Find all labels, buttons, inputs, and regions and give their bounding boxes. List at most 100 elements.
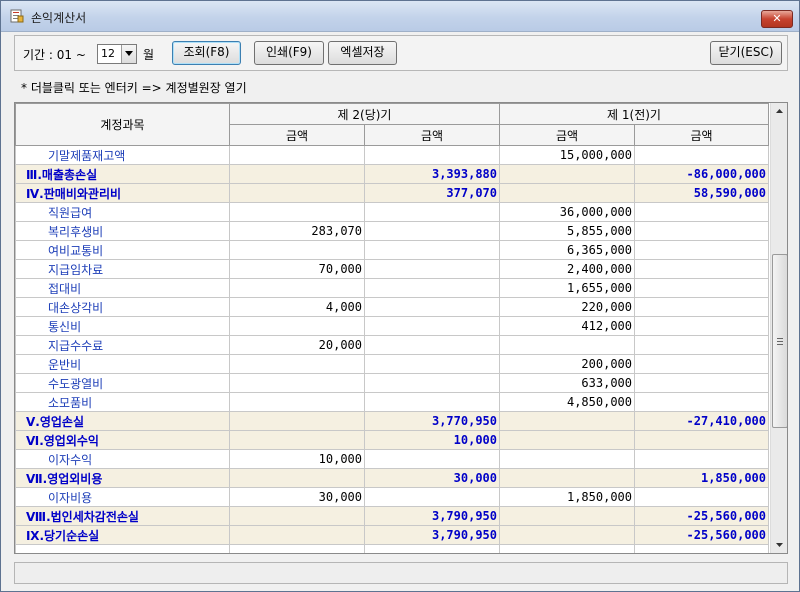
current-amount-cell[interactable]: 283,070 xyxy=(229,221,365,241)
current-total-cell[interactable] xyxy=(364,278,500,298)
table-row[interactable]: 지급임차료 70,000 2,400,000 xyxy=(15,259,769,279)
prior-amount-cell[interactable]: 15,000,000 xyxy=(499,145,635,165)
table-row[interactable]: Ⅶ.영업외비용 30,000 1,850,000 xyxy=(15,468,769,488)
current-amount-cell[interactable] xyxy=(229,468,365,488)
account-name-cell[interactable]: Ⅳ.판매비와관리비 xyxy=(15,183,230,203)
prior-total-cell[interactable] xyxy=(634,259,769,279)
current-total-cell[interactable]: 3,393,880 xyxy=(364,164,500,184)
prior-total-cell[interactable] xyxy=(634,202,769,222)
current-amount-cell[interactable]: 30,000 xyxy=(229,487,365,507)
table-row[interactable]: Ⅳ.판매비와관리비 377,070 58,590,000 xyxy=(15,183,769,203)
table-row[interactable]: 여비교통비 6,365,000 xyxy=(15,240,769,260)
prior-amount-cell[interactable] xyxy=(499,411,635,431)
current-amount-cell[interactable] xyxy=(229,392,365,412)
prior-amount-cell[interactable]: 220,000 xyxy=(499,297,635,317)
income-statement-grid[interactable]: 계정과목 제 2(당)기 제 1(전)기 금액 금액 금액 금액 기말제품재고액… xyxy=(14,102,788,554)
account-name-cell[interactable]: 이자비용 xyxy=(15,487,230,507)
prior-total-cell[interactable]: -86,000,000 xyxy=(634,164,769,184)
account-name-cell[interactable]: Ⅸ.당기순손실 xyxy=(15,525,230,545)
current-total-cell[interactable] xyxy=(364,449,500,469)
current-total-cell[interactable] xyxy=(364,145,500,165)
current-amount-cell[interactable] xyxy=(229,202,365,222)
prior-amount-cell[interactable]: 633,000 xyxy=(499,373,635,393)
prior-amount-cell[interactable]: 4,850,000 xyxy=(499,392,635,412)
account-name-cell[interactable]: Ⅴ.영업손실 xyxy=(15,411,230,431)
current-amount-cell[interactable] xyxy=(229,145,365,165)
prior-total-cell[interactable] xyxy=(634,487,769,507)
prior-total-cell[interactable]: -27,410,000 xyxy=(634,411,769,431)
account-name-cell[interactable]: 지급수수료 xyxy=(15,335,230,355)
current-amount-cell[interactable]: 20,000 xyxy=(229,335,365,355)
table-row[interactable]: 기말제품재고액 15,000,000 xyxy=(15,145,769,165)
current-amount-cell[interactable] xyxy=(229,354,365,374)
current-total-cell[interactable]: 3,770,950 xyxy=(364,411,500,431)
current-amount-cell[interactable] xyxy=(229,278,365,298)
account-name-cell[interactable]: 지급임차료 xyxy=(15,259,230,279)
prior-total-cell[interactable] xyxy=(634,221,769,241)
header-account[interactable]: 계정과목 xyxy=(15,103,230,146)
prior-total-cell[interactable]: 58,590,000 xyxy=(634,183,769,203)
prior-total-cell[interactable] xyxy=(634,354,769,374)
prior-total-cell[interactable] xyxy=(634,449,769,469)
current-amount-cell[interactable] xyxy=(229,373,365,393)
current-total-cell[interactable] xyxy=(364,373,500,393)
header-prior-period[interactable]: 제 1(전)기 xyxy=(499,103,769,125)
current-amount-cell[interactable]: 4,000 xyxy=(229,297,365,317)
print-button[interactable]: 인쇄(F9) xyxy=(254,41,324,65)
table-row[interactable]: 대손상각비 4,000 220,000 xyxy=(15,297,769,317)
excel-export-button[interactable]: 엑셀저장 xyxy=(328,41,397,65)
table-row[interactable]: Ⅴ.영업손실 3,770,950 -27,410,000 xyxy=(15,411,769,431)
scrollbar-thumb[interactable] xyxy=(772,254,787,428)
account-name-cell[interactable]: 여비교통비 xyxy=(15,240,230,260)
table-row[interactable]: 복리후생비 283,070 5,855,000 xyxy=(15,221,769,241)
prior-total-cell[interactable] xyxy=(634,430,769,450)
prior-amount-cell[interactable] xyxy=(499,335,635,355)
table-row[interactable]: Ⅸ.당기순손실 3,790,950 -25,560,000 xyxy=(15,525,769,545)
account-name-cell[interactable]: 소모품비 xyxy=(15,392,230,412)
account-name-cell[interactable]: 기말제품재고액 xyxy=(15,145,230,165)
table-row[interactable]: 접대비 1,655,000 xyxy=(15,278,769,298)
current-total-cell[interactable] xyxy=(364,259,500,279)
account-name-cell[interactable]: Ⅵ.영업외수익 xyxy=(15,430,230,450)
table-row[interactable]: 소모품비 4,850,000 xyxy=(15,392,769,412)
account-name-cell[interactable]: Ⅶ.영업외비용 xyxy=(15,468,230,488)
prior-amount-cell[interactable]: 412,000 xyxy=(499,316,635,336)
account-name-cell[interactable]: 대손상각비 xyxy=(15,297,230,317)
empty-cell[interactable] xyxy=(634,544,769,553)
subheader-amount[interactable]: 금액 xyxy=(634,124,769,146)
prior-amount-cell[interactable]: 1,850,000 xyxy=(499,487,635,507)
empty-cell[interactable] xyxy=(364,544,500,553)
prior-total-cell[interactable] xyxy=(634,316,769,336)
prior-amount-cell[interactable] xyxy=(499,183,635,203)
table-row[interactable]: Ⅵ.영업외수익 10,000 xyxy=(15,430,769,450)
current-total-cell[interactable] xyxy=(364,297,500,317)
vertical-scrollbar[interactable] xyxy=(770,103,787,553)
prior-total-cell[interactable] xyxy=(634,145,769,165)
prior-total-cell[interactable] xyxy=(634,297,769,317)
query-button[interactable]: 조회(F8) xyxy=(172,41,241,65)
account-name-cell[interactable]: 복리후생비 xyxy=(15,221,230,241)
arrow-up-icon[interactable] xyxy=(771,103,787,120)
account-name-cell[interactable]: Ⅷ.법인세차감전손실 xyxy=(15,506,230,526)
current-total-cell[interactable] xyxy=(364,316,500,336)
current-amount-cell[interactable] xyxy=(229,430,365,450)
subheader-amount[interactable]: 금액 xyxy=(499,124,635,146)
prior-amount-cell[interactable] xyxy=(499,506,635,526)
empty-cell[interactable] xyxy=(499,544,635,553)
subheader-amount[interactable]: 금액 xyxy=(229,124,365,146)
account-name-cell[interactable]: 접대비 xyxy=(15,278,230,298)
current-amount-cell[interactable] xyxy=(229,240,365,260)
account-name-cell[interactable]: Ⅲ.매출총손실 xyxy=(15,164,230,184)
prior-total-cell[interactable]: 1,850,000 xyxy=(634,468,769,488)
table-row[interactable]: 직원급여 36,000,000 xyxy=(15,202,769,222)
table-row[interactable]: 수도광열비 633,000 xyxy=(15,373,769,393)
prior-total-cell[interactable]: -25,560,000 xyxy=(634,525,769,545)
close-window-button[interactable]: ✕ xyxy=(761,10,793,28)
account-name-cell[interactable]: 운반비 xyxy=(15,354,230,374)
header-current-period[interactable]: 제 2(당)기 xyxy=(229,103,500,125)
prior-total-cell[interactable] xyxy=(634,240,769,260)
table-row[interactable]: 운반비 200,000 xyxy=(15,354,769,374)
current-amount-cell[interactable]: 10,000 xyxy=(229,449,365,469)
current-amount-cell[interactable] xyxy=(229,183,365,203)
subheader-amount[interactable]: 금액 xyxy=(364,124,500,146)
